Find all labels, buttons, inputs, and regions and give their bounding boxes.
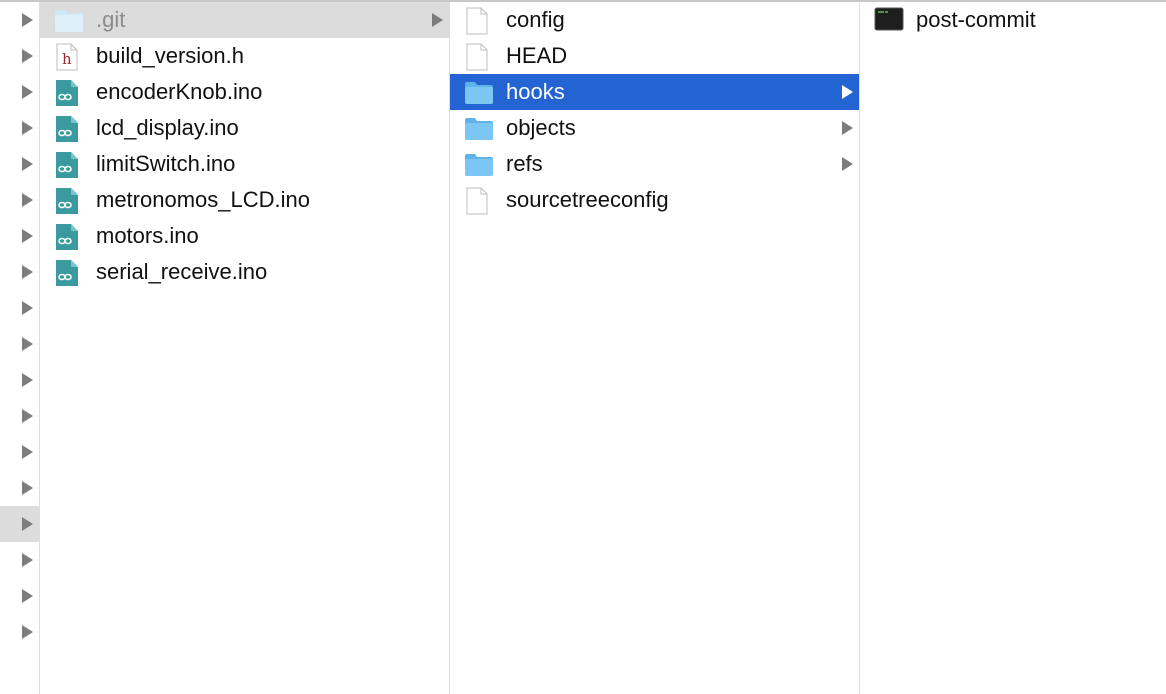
parent-row[interactable] (0, 470, 39, 506)
disclosure-arrow-icon[interactable] (22, 301, 33, 315)
item-label: post-commit (916, 7, 1036, 32)
disclosure-arrow-icon[interactable] (22, 409, 33, 423)
parent-row[interactable] (0, 254, 39, 290)
git-column[interactable]: config HEAD hooks objects refs sourcetre… (450, 2, 860, 694)
terminal-executable-icon (874, 7, 904, 33)
item-label: lcd_display.ino (96, 115, 239, 140)
parent-row[interactable] (0, 614, 39, 650)
list-item-file[interactable]: motors.ino (40, 218, 449, 254)
item-label: serial_receive.ino (96, 259, 268, 284)
item-label: HEAD (506, 43, 568, 68)
parent-row[interactable] (0, 290, 39, 326)
list-item-file[interactable]: h build_version.h (40, 38, 449, 74)
disclosure-arrow-icon[interactable] (22, 157, 33, 171)
disclosure-arrow-icon (842, 121, 853, 135)
parent-row[interactable] (0, 74, 39, 110)
disclosure-arrow-icon[interactable] (22, 481, 33, 495)
parent-row[interactable] (0, 146, 39, 182)
parent-row[interactable] (0, 434, 39, 470)
list-item-git-folder[interactable]: .git (40, 2, 449, 38)
folder-icon (464, 79, 493, 105)
disclosure-arrow-icon[interactable] (22, 13, 33, 27)
parent-row[interactable] (0, 326, 39, 362)
document-icon (464, 43, 490, 71)
item-label: build_version.h (96, 43, 244, 68)
item-label: limitSwitch.ino (96, 151, 236, 176)
disclosure-arrow-icon[interactable] (22, 625, 33, 639)
document-icon (464, 7, 490, 35)
parent-row[interactable] (0, 362, 39, 398)
parent-row[interactable] (0, 2, 39, 38)
parent-row[interactable] (0, 182, 39, 218)
disclosure-arrow-icon (842, 157, 853, 171)
arduino-file-icon (54, 223, 80, 250)
item-label: refs (506, 151, 543, 176)
list-item-file[interactable]: metronomos_LCD.ino (40, 182, 449, 218)
disclosure-arrow-icon[interactable] (22, 517, 33, 531)
parent-row[interactable] (0, 38, 39, 74)
disclosure-arrow-icon[interactable] (22, 85, 33, 99)
parent-row-selected[interactable] (0, 506, 39, 542)
item-label: .git (96, 7, 126, 32)
disclosure-arrow-icon[interactable] (22, 445, 33, 459)
list-item-file[interactable]: encoderKnob.ino (40, 74, 449, 110)
disclosure-arrow-icon[interactable] (22, 49, 33, 63)
disclosure-arrow-icon[interactable] (22, 193, 33, 207)
list-item-folder[interactable]: objects (450, 110, 859, 146)
svg-text:h: h (62, 50, 72, 68)
header-file-icon: h (54, 43, 80, 71)
item-label: motors.ino (96, 223, 199, 248)
arduino-file-icon (54, 187, 80, 214)
parent-row[interactable] (0, 398, 39, 434)
arduino-file-icon (54, 115, 80, 142)
disclosure-arrow-icon[interactable] (22, 589, 33, 603)
disclosure-arrow-icon (432, 13, 443, 27)
parent-row[interactable] (0, 542, 39, 578)
parent-row[interactable] (0, 110, 39, 146)
arduino-file-icon (54, 259, 80, 286)
arduino-file-icon (54, 79, 80, 106)
item-label: objects (506, 115, 576, 140)
arduino-file-icon (54, 151, 80, 178)
item-label: sourcetreeconfig (506, 187, 669, 212)
parent-row[interactable] (0, 578, 39, 614)
disclosure-arrow-icon[interactable] (22, 337, 33, 351)
item-label: encoderKnob.ino (96, 79, 263, 104)
list-item-file[interactable]: post-commit (860, 2, 1166, 38)
list-item-hooks-folder[interactable]: hooks (450, 74, 859, 110)
list-item-file[interactable]: config (450, 2, 859, 38)
disclosure-arrow-icon[interactable] (22, 229, 33, 243)
disclosure-arrow-icon[interactable] (22, 373, 33, 387)
parent-column[interactable] (0, 2, 40, 694)
folder-icon (54, 7, 83, 33)
project-column[interactable]: .git h build_version.h encoderKnob.ino l… (40, 2, 450, 694)
item-label: config (506, 7, 565, 32)
folder-icon (464, 115, 493, 141)
disclosure-arrow-icon[interactable] (22, 121, 33, 135)
parent-row[interactable] (0, 218, 39, 254)
list-item-file[interactable]: limitSwitch.ino (40, 146, 449, 182)
list-item-folder[interactable]: refs (450, 146, 859, 182)
item-label: hooks (506, 79, 565, 104)
hooks-column[interactable]: post-commit (860, 2, 1166, 694)
document-icon (464, 187, 490, 215)
list-item-file[interactable]: lcd_display.ino (40, 110, 449, 146)
list-item-file[interactable]: sourcetreeconfig (450, 182, 859, 218)
disclosure-arrow-icon (842, 85, 853, 99)
list-item-file[interactable]: HEAD (450, 38, 859, 74)
folder-icon (464, 151, 493, 177)
disclosure-arrow-icon[interactable] (22, 553, 33, 567)
item-label: metronomos_LCD.ino (96, 187, 310, 212)
disclosure-arrow-icon[interactable] (22, 265, 33, 279)
list-item-file[interactable]: serial_receive.ino (40, 254, 449, 290)
finder-column-view: .git h build_version.h encoderKnob.ino l… (0, 0, 1166, 694)
